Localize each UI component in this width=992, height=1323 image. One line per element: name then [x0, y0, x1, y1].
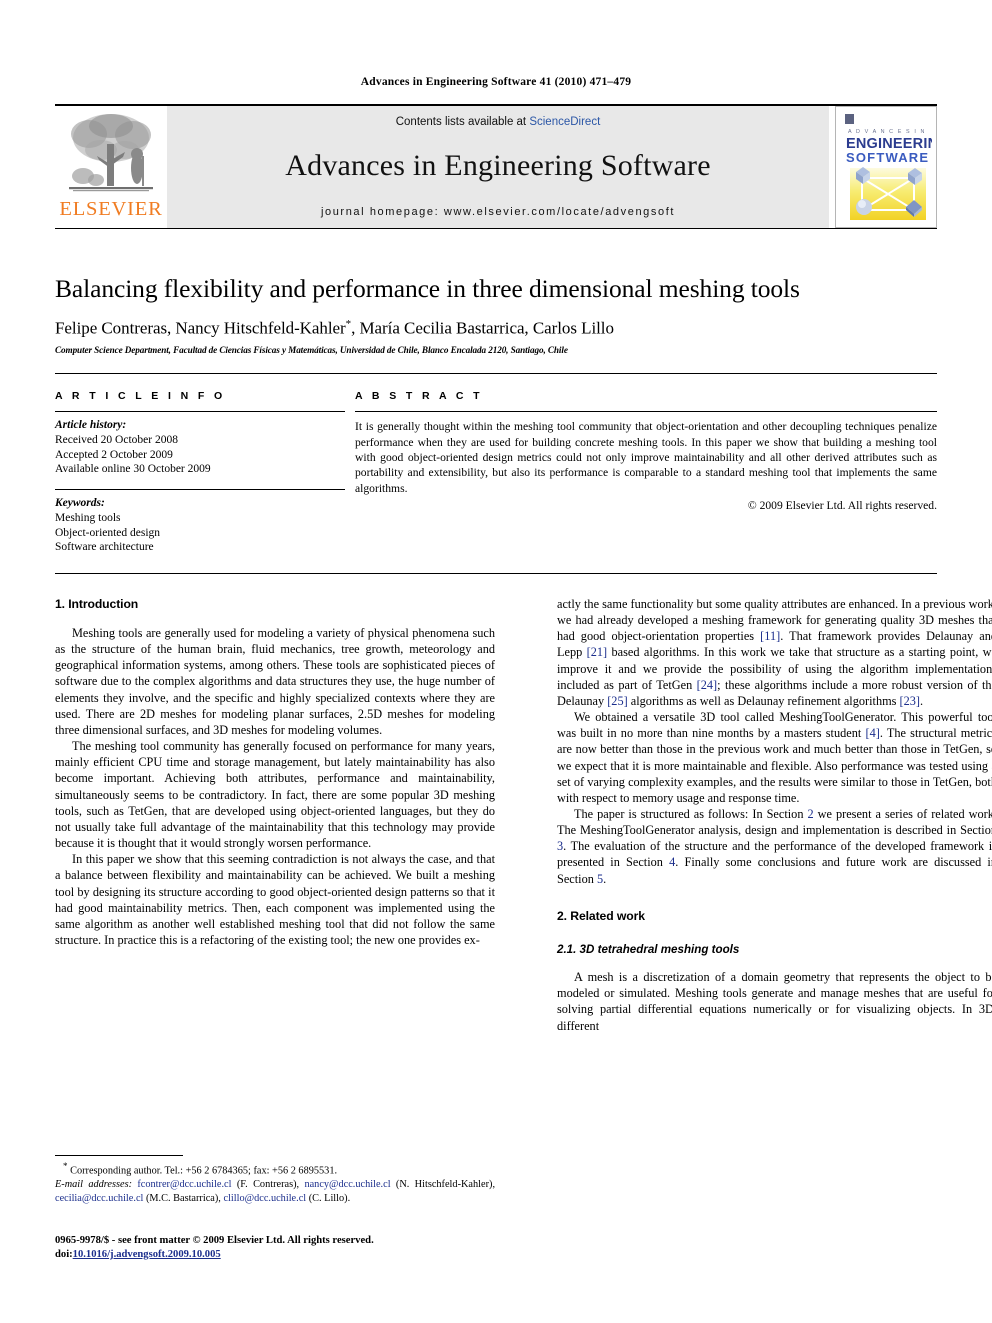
article-info-column: A R T I C L E I N F O Article history: R…: [55, 390, 345, 555]
masthead-bottom-rule: [55, 228, 937, 229]
footnote-area: * Corresponding author. Tel.: +56 2 6784…: [55, 1155, 495, 1205]
front-matter-line: 0965-9978/$ - see front matter © 2009 El…: [55, 1235, 374, 1246]
paragraph: The meshing tool community has generally…: [55, 739, 495, 851]
history-available-online: Available online 30 October 2009: [55, 463, 211, 476]
doi-line: doi:10.1016/j.advengsoft.2009.10.005: [55, 1248, 495, 1262]
running-head: Advances in Engineering Software 41 (201…: [360, 76, 632, 88]
email-owner: (N. Hitschfeld-Kahler): [395, 1179, 493, 1190]
doi-label: doi:: [55, 1248, 73, 1260]
abstract-rule: [355, 411, 937, 413]
body-column-right: actly the same functionality but some qu…: [557, 596, 992, 1116]
sciencedirect-link[interactable]: ScienceDirect: [529, 116, 600, 128]
cover-artwork: A D V A N C E S I N ENGINEERING SOFTWARE: [840, 110, 932, 222]
corresponding-author-note: * Corresponding author. Tel.: +56 2 6784…: [55, 1161, 495, 1178]
doi-link[interactable]: 10.1016/j.advengsoft.2009.10.005: [73, 1249, 221, 1260]
body-column-left: 1. Introduction Meshing tools are genera…: [55, 596, 495, 1116]
article-history-block: Article history: Received 20 October 200…: [55, 418, 345, 477]
info-top-rule: [55, 373, 937, 375]
section-heading-related-work: 2. Related work: [557, 908, 645, 923]
keyword-item: Meshing tools: [55, 511, 121, 524]
journal-masthead: ELSEVIER Contents lists available at Sci…: [55, 104, 937, 228]
issn-copyright-footer: 0965-9978/$ - see front matter © 2009 El…: [55, 1234, 495, 1262]
asterisk-icon: *: [63, 1161, 68, 1171]
email-link[interactable]: cecilia@dcc.uchile.cl: [55, 1193, 143, 1204]
email-owner: (M.C. Bastarrica): [145, 1192, 219, 1204]
text-run: .: [603, 871, 607, 886]
citation-link[interactable]: [11]: [760, 629, 780, 643]
citation-link[interactable]: [25]: [607, 694, 628, 708]
keywords-label: Keywords:: [55, 497, 105, 510]
keyword-item: Object-oriented design: [55, 526, 161, 539]
paragraph: In this paper we show that this seeming …: [55, 852, 495, 947]
keywords-block: Keywords: Meshing tools Object-oriented …: [55, 496, 345, 555]
article-history-label: Article history:: [55, 419, 127, 432]
info-abstract-area: A R T I C L E I N F O Article history: R…: [55, 390, 937, 555]
email-link[interactable]: fcontrer@dcc.uchile.cl: [137, 1179, 231, 1190]
authors-part-2: , María Cecilia Bastarrica, Carlos Lillo: [351, 318, 614, 338]
abstract-heading: A B S T R A C T: [355, 390, 483, 403]
page-title: Balancing flexibility and performance in…: [55, 274, 800, 303]
abstract-text: It is generally thought within the meshi…: [355, 420, 937, 495]
email-addresses-label: E-mail addresses:: [55, 1179, 133, 1190]
citation-link[interactable]: [21]: [587, 645, 608, 659]
history-accepted: Accepted 2 October 2009: [55, 448, 173, 461]
title-block: Balancing flexibility and performance in…: [55, 274, 937, 356]
svg-text:SOFTWARE: SOFTWARE: [846, 150, 929, 165]
text-run: algorithms as well as Delaunay refinemen…: [627, 693, 900, 708]
footnote-rule: [55, 1155, 183, 1156]
abstract-column: A B S T R A C T It is generally thought …: [355, 390, 937, 555]
text-run: .: [920, 693, 924, 708]
elsevier-tree-icon: [69, 114, 153, 192]
author-list: Felipe Contreras, Nancy Hitschfeld-Kahle…: [55, 318, 937, 339]
subsection-heading-3d-tetrahedral-meshing-tools: 2.1. 3D tetrahedral meshing tools: [557, 942, 740, 956]
info-bottom-rule: [55, 572, 937, 574]
email-link[interactable]: nancy@dcc.uchile.cl: [304, 1179, 390, 1190]
journal-article-page: Advances in Engineering Software 41 (201…: [0, 0, 992, 1323]
body-columns: 1. Introduction Meshing tools are genera…: [55, 596, 992, 1116]
citation-link[interactable]: [4]: [865, 726, 879, 740]
contents-prefix: Contents lists available at: [395, 116, 530, 128]
paragraph: Meshing tools are generally used for mod…: [55, 626, 495, 737]
history-received: Received 20 October 2008: [55, 433, 178, 446]
email-addresses-note: E-mail addresses: fcontrer@dcc.uchile.cl…: [55, 1179, 496, 1204]
email-owner: (F. Contreras): [236, 1179, 297, 1190]
email-owner: (C. Lillo): [308, 1192, 348, 1204]
contents-lists-line: Contents lists available at ScienceDirec…: [396, 116, 601, 128]
svg-text:A D V A N C E S I N: A D V A N C E S I N: [848, 129, 926, 135]
masthead-center: Contents lists available at ScienceDirec…: [167, 106, 829, 228]
corresponding-author-text: Corresponding author. Tel.: +56 2 678436…: [70, 1165, 338, 1177]
paragraph: We obtained a versatile 3D tool called M…: [557, 709, 992, 806]
authors-part-1: Felipe Contreras, Nancy Hitschfeld-Kahle…: [55, 318, 346, 338]
citation-link[interactable]: [24]: [697, 678, 718, 692]
keyword-item: Software architecture: [55, 541, 154, 554]
paragraph: The paper is structured as follows: In S…: [557, 806, 992, 887]
citation-link[interactable]: [23]: [900, 694, 921, 708]
journal-cover-thumbnail[interactable]: A D V A N C E S I N ENGINEERING SOFTWARE: [835, 106, 937, 228]
journal-homepage-link[interactable]: journal homepage: www.elsevier.com/locat…: [321, 206, 675, 218]
article-info-rule: [55, 411, 345, 413]
article-info-heading: A R T I C L E I N F O: [55, 390, 226, 403]
text-run: The paper is structured as follows: In S…: [574, 806, 808, 821]
email-link[interactable]: clillo@dcc.uchile.cl: [223, 1193, 306, 1204]
journal-title: Advances in Engineering Software: [285, 149, 711, 182]
elsevier-logo: ELSEVIER: [55, 106, 167, 228]
elsevier-wordmark: ELSEVIER: [59, 198, 163, 220]
paragraph: A mesh is a discretization of a domain g…: [557, 970, 992, 1033]
abstract-copyright: © 2009 Elsevier Ltd. All rights reserved…: [747, 499, 937, 513]
section-heading-introduction: 1. Introduction: [55, 596, 139, 611]
paragraph: actly the same functionality but some qu…: [557, 596, 992, 709]
author-affiliation: Computer Science Department, Facultad de…: [55, 345, 568, 356]
keywords-rule: [55, 489, 345, 491]
